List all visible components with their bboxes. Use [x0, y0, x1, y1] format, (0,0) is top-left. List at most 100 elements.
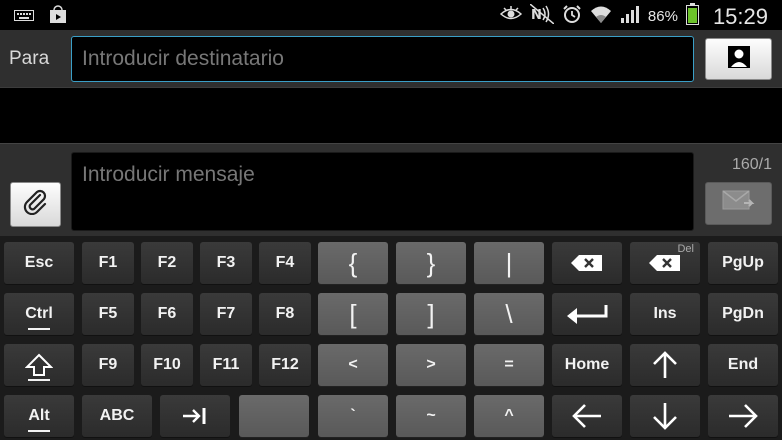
key-label: > — [426, 356, 436, 373]
modifier-indicator — [28, 328, 50, 330]
tab-icon — [181, 406, 209, 426]
key-arrow-right[interactable] — [708, 395, 778, 437]
key-symbol-2-5[interactable]: < — [318, 344, 388, 386]
key-pgdn[interactable]: PgDn — [708, 293, 778, 335]
key-label: Esc — [24, 254, 54, 271]
key-label: < — [348, 356, 358, 373]
key-f7[interactable]: F7 — [200, 293, 252, 335]
battery-percent: 86% — [647, 8, 678, 25]
key-label: Ins — [653, 305, 677, 322]
key-symbol-0-5[interactable]: { — [318, 242, 388, 284]
key-symbol-3-4[interactable]: ` — [318, 395, 388, 437]
key-del[interactable]: Del — [630, 242, 700, 284]
key-f4[interactable]: F4 — [259, 242, 311, 284]
clock: 15:29 — [712, 3, 768, 29]
battery-icon — [685, 3, 699, 30]
key-symbol-3-5[interactable]: ~ — [396, 395, 466, 437]
key-symbol-0-7[interactable]: | — [474, 242, 544, 284]
nfc-icon: N — [529, 3, 555, 29]
key-end[interactable]: End — [708, 344, 778, 386]
key-label: Alt — [28, 407, 50, 424]
key-label: ABC — [99, 407, 135, 424]
key-sub-label: Del — [677, 243, 694, 255]
key-label: F12 — [271, 356, 299, 373]
key-alt[interactable]: Alt — [4, 395, 74, 437]
key-f1[interactable]: F1 — [82, 242, 134, 284]
paperclip-icon — [23, 189, 49, 220]
key-f9[interactable]: F9 — [82, 344, 134, 386]
key-label: Home — [564, 356, 610, 373]
keyboard: Esc F1 F2 F3 F4 {} | Del PgUp Ctrl F5 F6 F7 F8 [] \ Ins P… — [0, 236, 782, 440]
key-f11[interactable]: F11 — [200, 344, 252, 386]
key-f2[interactable]: F2 — [141, 242, 193, 284]
key-ctrl[interactable]: Ctrl — [4, 293, 74, 335]
key-label: [ — [349, 298, 357, 329]
key-esc[interactable]: Esc — [4, 242, 74, 284]
key-label: F9 — [98, 356, 118, 373]
key-arrow-down[interactable] — [630, 395, 700, 437]
key-abc[interactable]: ABC — [82, 395, 152, 437]
enter-icon — [565, 303, 609, 325]
key-f6[interactable]: F6 — [141, 293, 193, 335]
key-home[interactable]: Home — [552, 344, 622, 386]
key-tab[interactable] — [160, 395, 230, 437]
key-f5[interactable]: F5 — [82, 293, 134, 335]
key-ins[interactable]: Ins — [630, 293, 700, 335]
key-label: F6 — [157, 305, 177, 322]
key-pgup[interactable]: PgUp — [708, 242, 778, 284]
delete-icon — [648, 254, 682, 272]
keyboard-icon — [14, 8, 34, 27]
key-label: F10 — [153, 356, 181, 373]
contacts-button[interactable] — [705, 38, 772, 80]
key-symbol-3-6[interactable]: ^ — [474, 395, 544, 437]
attach-button[interactable] — [10, 182, 61, 227]
key-label: F1 — [98, 254, 118, 271]
character-counter: 160/1 — [731, 156, 772, 173]
key-f3[interactable]: F3 — [200, 242, 252, 284]
key-f8[interactable]: F8 — [259, 293, 311, 335]
recipient-label: Para — [9, 48, 50, 69]
key-label: F2 — [157, 254, 177, 271]
key-f10[interactable]: F10 — [141, 344, 193, 386]
key-label: } — [426, 247, 436, 278]
key-label: { — [348, 247, 358, 278]
key-shift[interactable] — [4, 344, 74, 386]
key-label: F11 — [212, 356, 240, 373]
backspace-icon — [570, 254, 604, 272]
key-label: = — [504, 356, 514, 373]
key-symbol-1-6[interactable]: ] — [396, 293, 466, 335]
key-arrow-left[interactable] — [552, 395, 622, 437]
key-label: PgUp — [722, 254, 764, 271]
key-label: F3 — [216, 254, 236, 271]
status-bar: N 86% 15:29 — [0, 0, 782, 30]
key-arrow-up[interactable] — [630, 344, 700, 386]
key-label: \ — [505, 298, 513, 329]
eye-icon — [499, 6, 523, 27]
arrow-up-icon — [651, 350, 679, 380]
key-label: F8 — [275, 305, 295, 322]
conversation-area — [0, 88, 782, 143]
play-store-icon — [48, 5, 68, 30]
key-enter[interactable] — [552, 293, 622, 335]
arrow-left-icon — [571, 403, 603, 429]
key-symbol-2-6[interactable]: > — [396, 344, 466, 386]
key-space[interactable] — [239, 395, 309, 437]
key-label: | — [505, 247, 513, 278]
arrow-right-icon — [727, 403, 759, 429]
key-symbol-1-7[interactable]: \ — [474, 293, 544, 335]
arrow-down-icon — [651, 401, 679, 431]
message-input[interactable] — [71, 152, 694, 231]
key-label: ^ — [504, 407, 514, 424]
shift-icon — [25, 353, 53, 377]
key-symbol-1-5[interactable]: [ — [318, 293, 388, 335]
send-button[interactable] — [705, 182, 772, 225]
key-f12[interactable]: F12 — [259, 344, 311, 386]
key-symbol-0-6[interactable]: } — [396, 242, 466, 284]
modifier-indicator — [28, 430, 50, 432]
recipient-input[interactable] — [71, 36, 694, 82]
signal-icon — [620, 4, 640, 29]
key-symbol-2-7[interactable]: = — [474, 344, 544, 386]
key-backspace[interactable] — [552, 242, 622, 284]
compose-row: 160/1 — [0, 143, 782, 236]
key-label: F4 — [275, 254, 295, 271]
